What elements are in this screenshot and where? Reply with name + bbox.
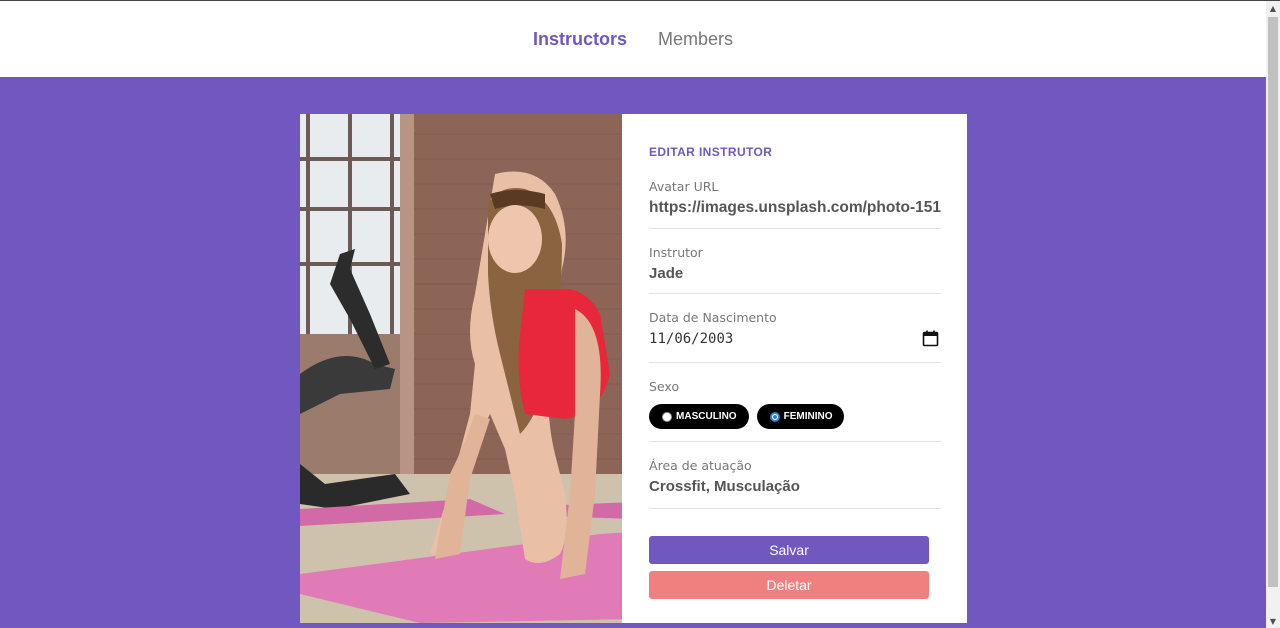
scroll-up-arrow-icon[interactable]: ▲ xyxy=(1266,1,1280,15)
avatar-url-field[interactable]: Avatar URL https://images.unsplash.com/p… xyxy=(649,179,941,229)
calendar-icon[interactable] xyxy=(922,330,939,347)
radio-checked-icon[interactable] xyxy=(769,411,780,422)
gender-option-label: FEMININO xyxy=(783,411,833,422)
birth-date-field[interactable]: Data de Nascimento 11/06/2003 xyxy=(649,294,941,363)
nav-link-members[interactable]: Members xyxy=(658,29,733,50)
avatar-url-input[interactable]: https://images.unsplash.com/photo-151 xyxy=(649,199,941,217)
radio-unchecked-icon[interactable] xyxy=(662,411,673,422)
gender-label: Sexo xyxy=(649,379,680,394)
gender-option-masculino[interactable]: MASCULINO xyxy=(649,404,749,429)
area-field[interactable]: Área de atuação Crossfit, Musculação xyxy=(649,442,941,509)
gender-field: Sexo MASCULINO FEMININO xyxy=(649,363,941,442)
birth-date-label: Data de Nascimento xyxy=(649,310,777,325)
instructor-name-field[interactable]: Instrutor Jade xyxy=(649,229,941,294)
scroll-thumb[interactable] xyxy=(1268,17,1278,587)
top-nav: Instructors Members xyxy=(0,1,1266,77)
gender-option-label: MASCULINO xyxy=(676,411,737,422)
edit-form: EDITAR INSTRUTOR Avatar URL https://imag… xyxy=(622,114,967,623)
delete-button[interactable]: Deletar xyxy=(649,571,930,599)
area-input[interactable]: Crossfit, Musculação xyxy=(649,478,941,495)
instructor-photo-illustration xyxy=(300,114,623,623)
scroll-down-arrow-icon[interactable]: ▼ xyxy=(1266,614,1280,628)
page-scrollbar[interactable]: ▲ ▼ xyxy=(1266,1,1280,628)
instructor-name-label: Instrutor xyxy=(649,245,703,260)
area-label: Área de atuação xyxy=(649,458,752,473)
avatar-url-label: Avatar URL xyxy=(649,179,719,194)
gender-option-feminino[interactable]: FEMININO xyxy=(756,404,845,429)
birth-date-input[interactable]: 11/06/2003 xyxy=(649,331,941,347)
nav-link-instructors[interactable]: Instructors xyxy=(533,29,627,50)
instructor-name-input[interactable]: Jade xyxy=(649,265,941,282)
instructor-photo xyxy=(300,114,623,623)
form-title: EDITAR INSTRUTOR xyxy=(649,145,773,159)
save-button[interactable]: Salvar xyxy=(649,536,930,564)
instructor-edit-card: EDITAR INSTRUTOR Avatar URL https://imag… xyxy=(300,114,967,623)
gender-radio-group: MASCULINO FEMININO xyxy=(649,404,941,429)
